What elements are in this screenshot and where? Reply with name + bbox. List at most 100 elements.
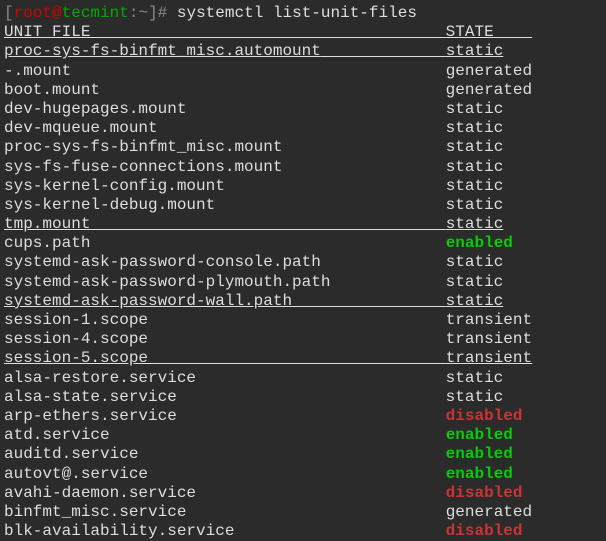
unit-state: transient — [446, 311, 532, 329]
unit-file-name: systemd-ask-password-wall.path — [4, 292, 292, 310]
table-row: dev-hugepages.mount static — [4, 100, 602, 119]
table-row: session-1.scope transient — [4, 311, 602, 330]
unit-state: static — [446, 138, 504, 156]
unit-file-name: session-1.scope — [4, 311, 148, 329]
column-gap — [196, 484, 446, 502]
column-gap — [110, 426, 446, 444]
table-row: systemd-ask-password-console.path static — [4, 253, 602, 272]
unit-state: static — [446, 100, 504, 118]
unit-file-name: atd.service — [4, 426, 110, 444]
column-gap — [90, 215, 445, 233]
unit-state: static — [446, 196, 504, 214]
table-row: proc-sys-fs-binfmt_misc.automount static — [4, 42, 602, 61]
prompt-at: @ — [52, 4, 62, 22]
unit-file-name: blk-availability.service — [4, 522, 234, 540]
column-gap — [177, 388, 446, 406]
table-row: atd.service enabled — [4, 426, 602, 445]
column-gap — [177, 407, 446, 425]
unit-state: enabled — [446, 445, 513, 463]
unit-state: enabled — [446, 234, 513, 252]
unit-file-name: sys-kernel-debug.mount — [4, 196, 215, 214]
column-gap — [148, 465, 446, 483]
table-row: binfmt_misc.service generated — [4, 503, 602, 522]
column-gap — [148, 330, 446, 348]
column-gap — [186, 100, 445, 118]
unit-state: generated — [446, 81, 532, 99]
unit-file-name: alsa-restore.service — [4, 369, 196, 387]
column-gap — [330, 273, 445, 291]
prompt-host: tecmint — [62, 4, 129, 22]
unit-file-name: systemd-ask-password-plymouth.path — [4, 273, 330, 291]
unit-state: static — [446, 158, 504, 176]
table-row: cups.path enabled — [4, 234, 602, 253]
table-row: sys-fs-fuse-connections.mount static — [4, 158, 602, 177]
unit-file-name: cups.path — [4, 234, 90, 252]
column-gap — [321, 42, 446, 60]
prompt-hash: # — [158, 4, 177, 22]
terminal-prompt: [root@tecmint:~]# systemctl list-unit-fi… — [4, 4, 602, 23]
table-row: tmp.mount static — [4, 215, 602, 234]
column-gap — [292, 292, 446, 310]
unit-state: static — [446, 388, 504, 406]
table-row: dev-mqueue.mount static — [4, 119, 602, 138]
table-row: boot.mount generated — [4, 81, 602, 100]
column-gap — [100, 81, 446, 99]
unit-file-name: autovt@.service — [4, 465, 148, 483]
table-row: systemd-ask-password-wall.path static — [4, 292, 602, 311]
column-gap — [196, 369, 446, 387]
unit-state: static — [446, 273, 504, 291]
unit-state: static — [446, 119, 504, 137]
table-row: session-5.scope transient — [4, 349, 602, 368]
unit-state: enabled — [446, 426, 513, 444]
prompt-colon: : — [129, 4, 139, 22]
unit-state: transient — [446, 349, 532, 367]
unit-state: static — [446, 215, 504, 233]
table-row: alsa-state.service static — [4, 388, 602, 407]
unit-state: transient — [446, 330, 532, 348]
table-row: avahi-daemon.service disabled — [4, 484, 602, 503]
unit-file-name: -.mount — [4, 62, 71, 80]
unit-state: disabled — [446, 522, 523, 540]
bracket-open: [ — [4, 4, 14, 22]
unit-state: disabled — [446, 407, 523, 425]
column-gap — [71, 62, 445, 80]
unit-state: static — [446, 42, 504, 60]
column-gap — [90, 234, 445, 252]
unit-file-name: boot.mount — [4, 81, 100, 99]
table-row: proc-sys-fs-binfmt_misc.mount static — [4, 138, 602, 157]
unit-file-list: proc-sys-fs-binfmt_misc.automount static… — [4, 42, 602, 541]
unit-file-name: dev-hugepages.mount — [4, 100, 186, 118]
unit-file-name: sys-kernel-config.mount — [4, 177, 225, 195]
unit-state: static — [446, 292, 504, 310]
column-gap — [282, 138, 445, 156]
unit-file-name: systemd-ask-password-console.path — [4, 253, 321, 271]
unit-file-name: tmp.mount — [4, 215, 90, 233]
unit-file-name: dev-mqueue.mount — [4, 119, 158, 137]
column-gap — [282, 158, 445, 176]
unit-file-name: avahi-daemon.service — [4, 484, 196, 502]
unit-file-name: proc-sys-fs-binfmt_misc.automount — [4, 42, 321, 60]
table-row: systemd-ask-password-plymouth.path stati… — [4, 273, 602, 292]
table-row: auditd.service enabled — [4, 445, 602, 464]
column-gap — [148, 349, 446, 367]
bracket-close: ] — [148, 4, 158, 22]
header-unit-file: UNIT FILE — [4, 23, 446, 41]
prompt-path: ~ — [138, 4, 148, 22]
unit-file-name: sys-fs-fuse-connections.mount — [4, 158, 282, 176]
unit-file-name: binfmt_misc.service — [4, 503, 186, 521]
column-gap — [225, 177, 446, 195]
unit-file-name: proc-sys-fs-binfmt_misc.mount — [4, 138, 282, 156]
unit-state: static — [446, 253, 504, 271]
table-row: alsa-restore.service static — [4, 369, 602, 388]
header-state: STATE — [446, 23, 532, 41]
unit-state: generated — [446, 62, 532, 80]
unit-state: disabled — [446, 484, 523, 502]
unit-state: static — [446, 369, 504, 387]
command-text[interactable]: systemctl list-unit-files — [177, 4, 417, 22]
unit-state: generated — [446, 503, 532, 521]
table-row: autovt@.service enabled — [4, 465, 602, 484]
column-gap — [158, 119, 446, 137]
column-gap — [234, 522, 445, 540]
column-gap — [215, 196, 445, 214]
table-header: UNIT FILE STATE — [4, 23, 602, 42]
